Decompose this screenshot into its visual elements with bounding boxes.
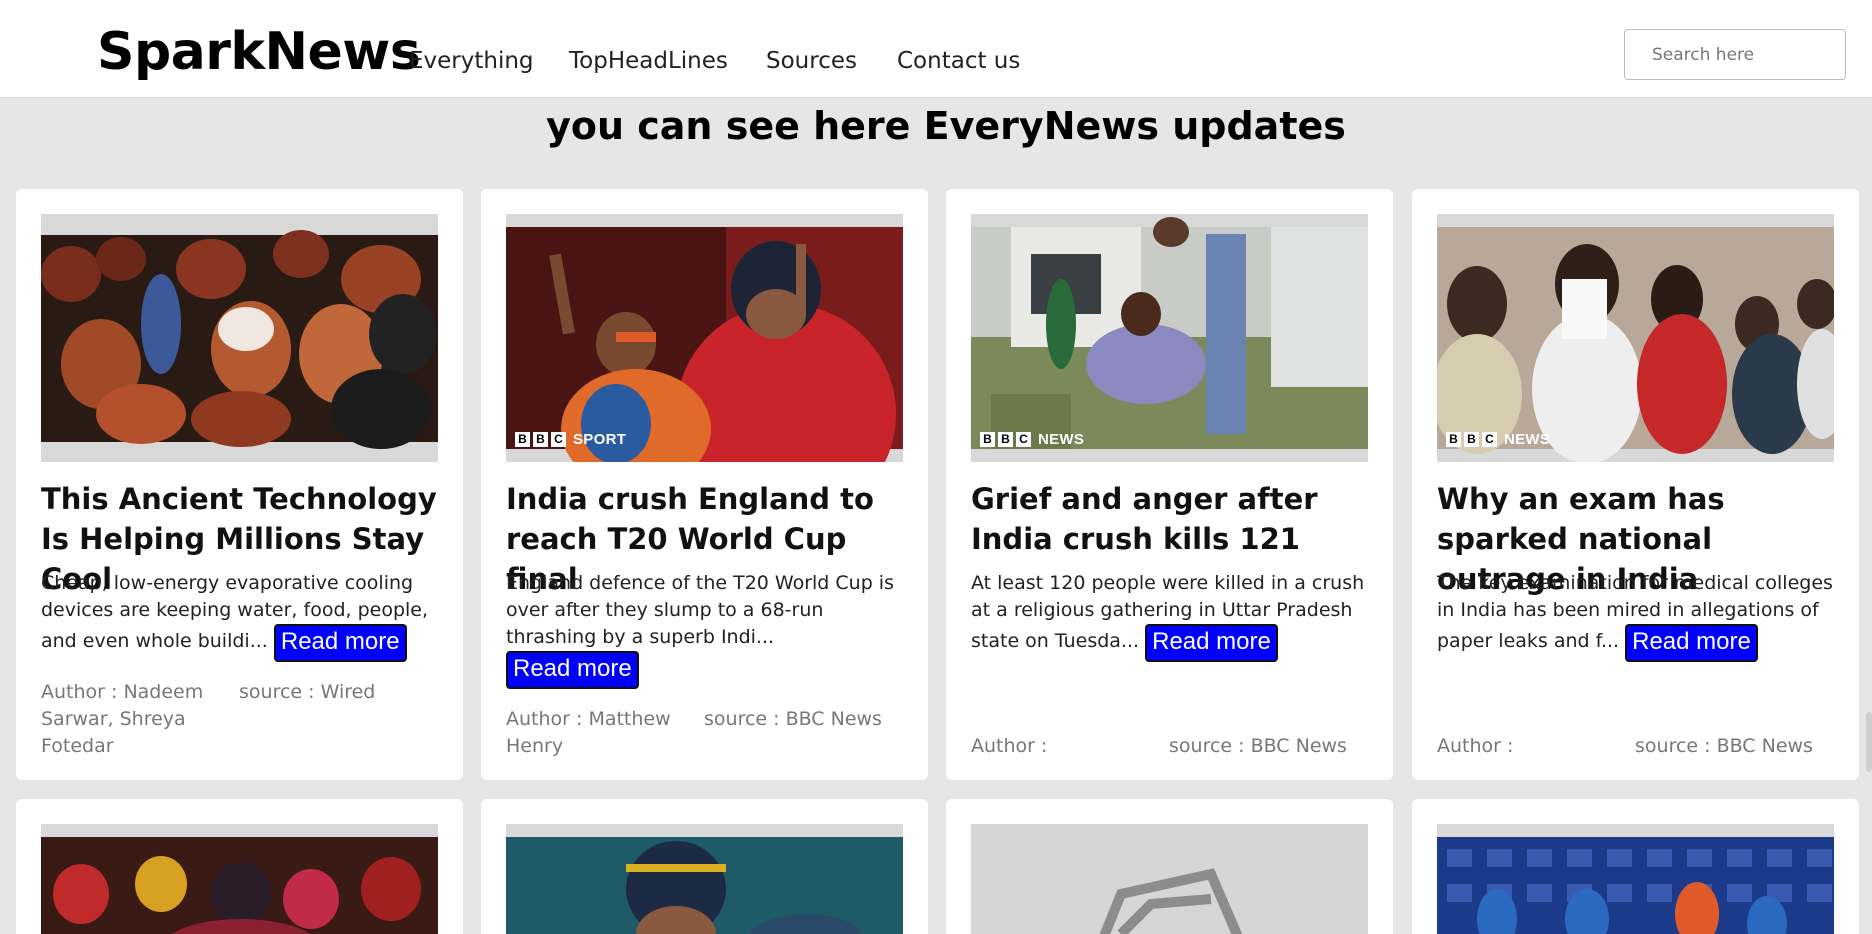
bbc-sport-logo: BBC SPORT [515,431,626,448]
read-more-button[interactable]: Read more [506,651,639,689]
read-more-button[interactable]: Read more [1145,624,1278,662]
news-image [1437,824,1834,934]
news-card [1412,799,1859,934]
nav-link-sources[interactable]: Sources [766,48,857,74]
news-card: BBC NEWS Why an exam has sparked nationa… [1412,189,1859,780]
nav-link-contact[interactable]: Contact us [897,48,1020,74]
news-image [506,824,903,934]
nav-link-everything[interactable]: Everything [409,48,534,74]
news-author: Author : [971,735,1048,757]
stadium-celebration-photo [1437,824,1834,934]
news-image: BBC NEWS [971,214,1368,462]
ambulance-scene-photo [971,214,1368,462]
news-card: This Ancient Technology Is Helping Milli… [16,189,463,780]
news-author: Author : Matthew Henry [506,708,671,757]
scrollbar-thumb[interactable] [1866,712,1872,772]
bbc-news-logo: BBC NEWS [1446,431,1550,448]
search-input[interactable] [1624,29,1846,80]
news-source: source : BBC News [1635,735,1813,757]
news-source: source : BBC News [704,708,882,730]
news-card: BBC SPORT India crush England to reach T… [481,189,928,780]
navbar: SparkNews Everything TopHeadLines Source… [0,0,1872,98]
news-image [41,214,438,462]
news-card [16,799,463,934]
news-image: BBC NEWS [1437,214,1834,462]
news-image [971,824,1368,934]
students-exam-photo [1437,214,1834,462]
news-description: At least 120 people were killed in a cru… [971,570,1371,662]
news-source: source : BBC News [1169,735,1347,757]
crowd-women-photo [41,824,438,934]
news-description: England defence of the T20 World Cup is … [506,570,906,689]
news-image [41,824,438,934]
bbc-news-logo: BBC NEWS [980,431,1084,448]
news-title[interactable]: Grief and anger after India crush kills … [971,479,1371,559]
brand-logo[interactable]: SparkNews [97,22,421,82]
news-card: BBC NEWS Grief and anger after India cru… [946,189,1393,780]
read-more-button[interactable]: Read more [1625,624,1758,662]
page-headline: you can see here EveryNews updates [546,104,1346,148]
news-source: source : Wired [239,681,376,703]
news-description: The key examination for medical colleges… [1437,570,1837,662]
clay-pots-photo [41,214,438,462]
news-description-text: England defence of the T20 World Cup is … [506,572,894,648]
image-placeholder-icon [971,824,1368,934]
news-author: Author : [1437,735,1514,757]
cricketer-helmet-photo [506,824,903,934]
news-author: Author : Nadeem Sarwar, Shreya Fotedar [41,681,204,757]
news-description: Cheap, low-energy evaporative cooling de… [41,570,441,662]
read-more-button[interactable]: Read more [273,624,407,662]
news-image: BBC SPORT [506,214,903,462]
cricket-celebration-photo [506,214,903,462]
news-card [946,799,1393,934]
news-card [481,799,928,934]
nav-link-topheadlines[interactable]: TopHeadLines [569,48,728,74]
